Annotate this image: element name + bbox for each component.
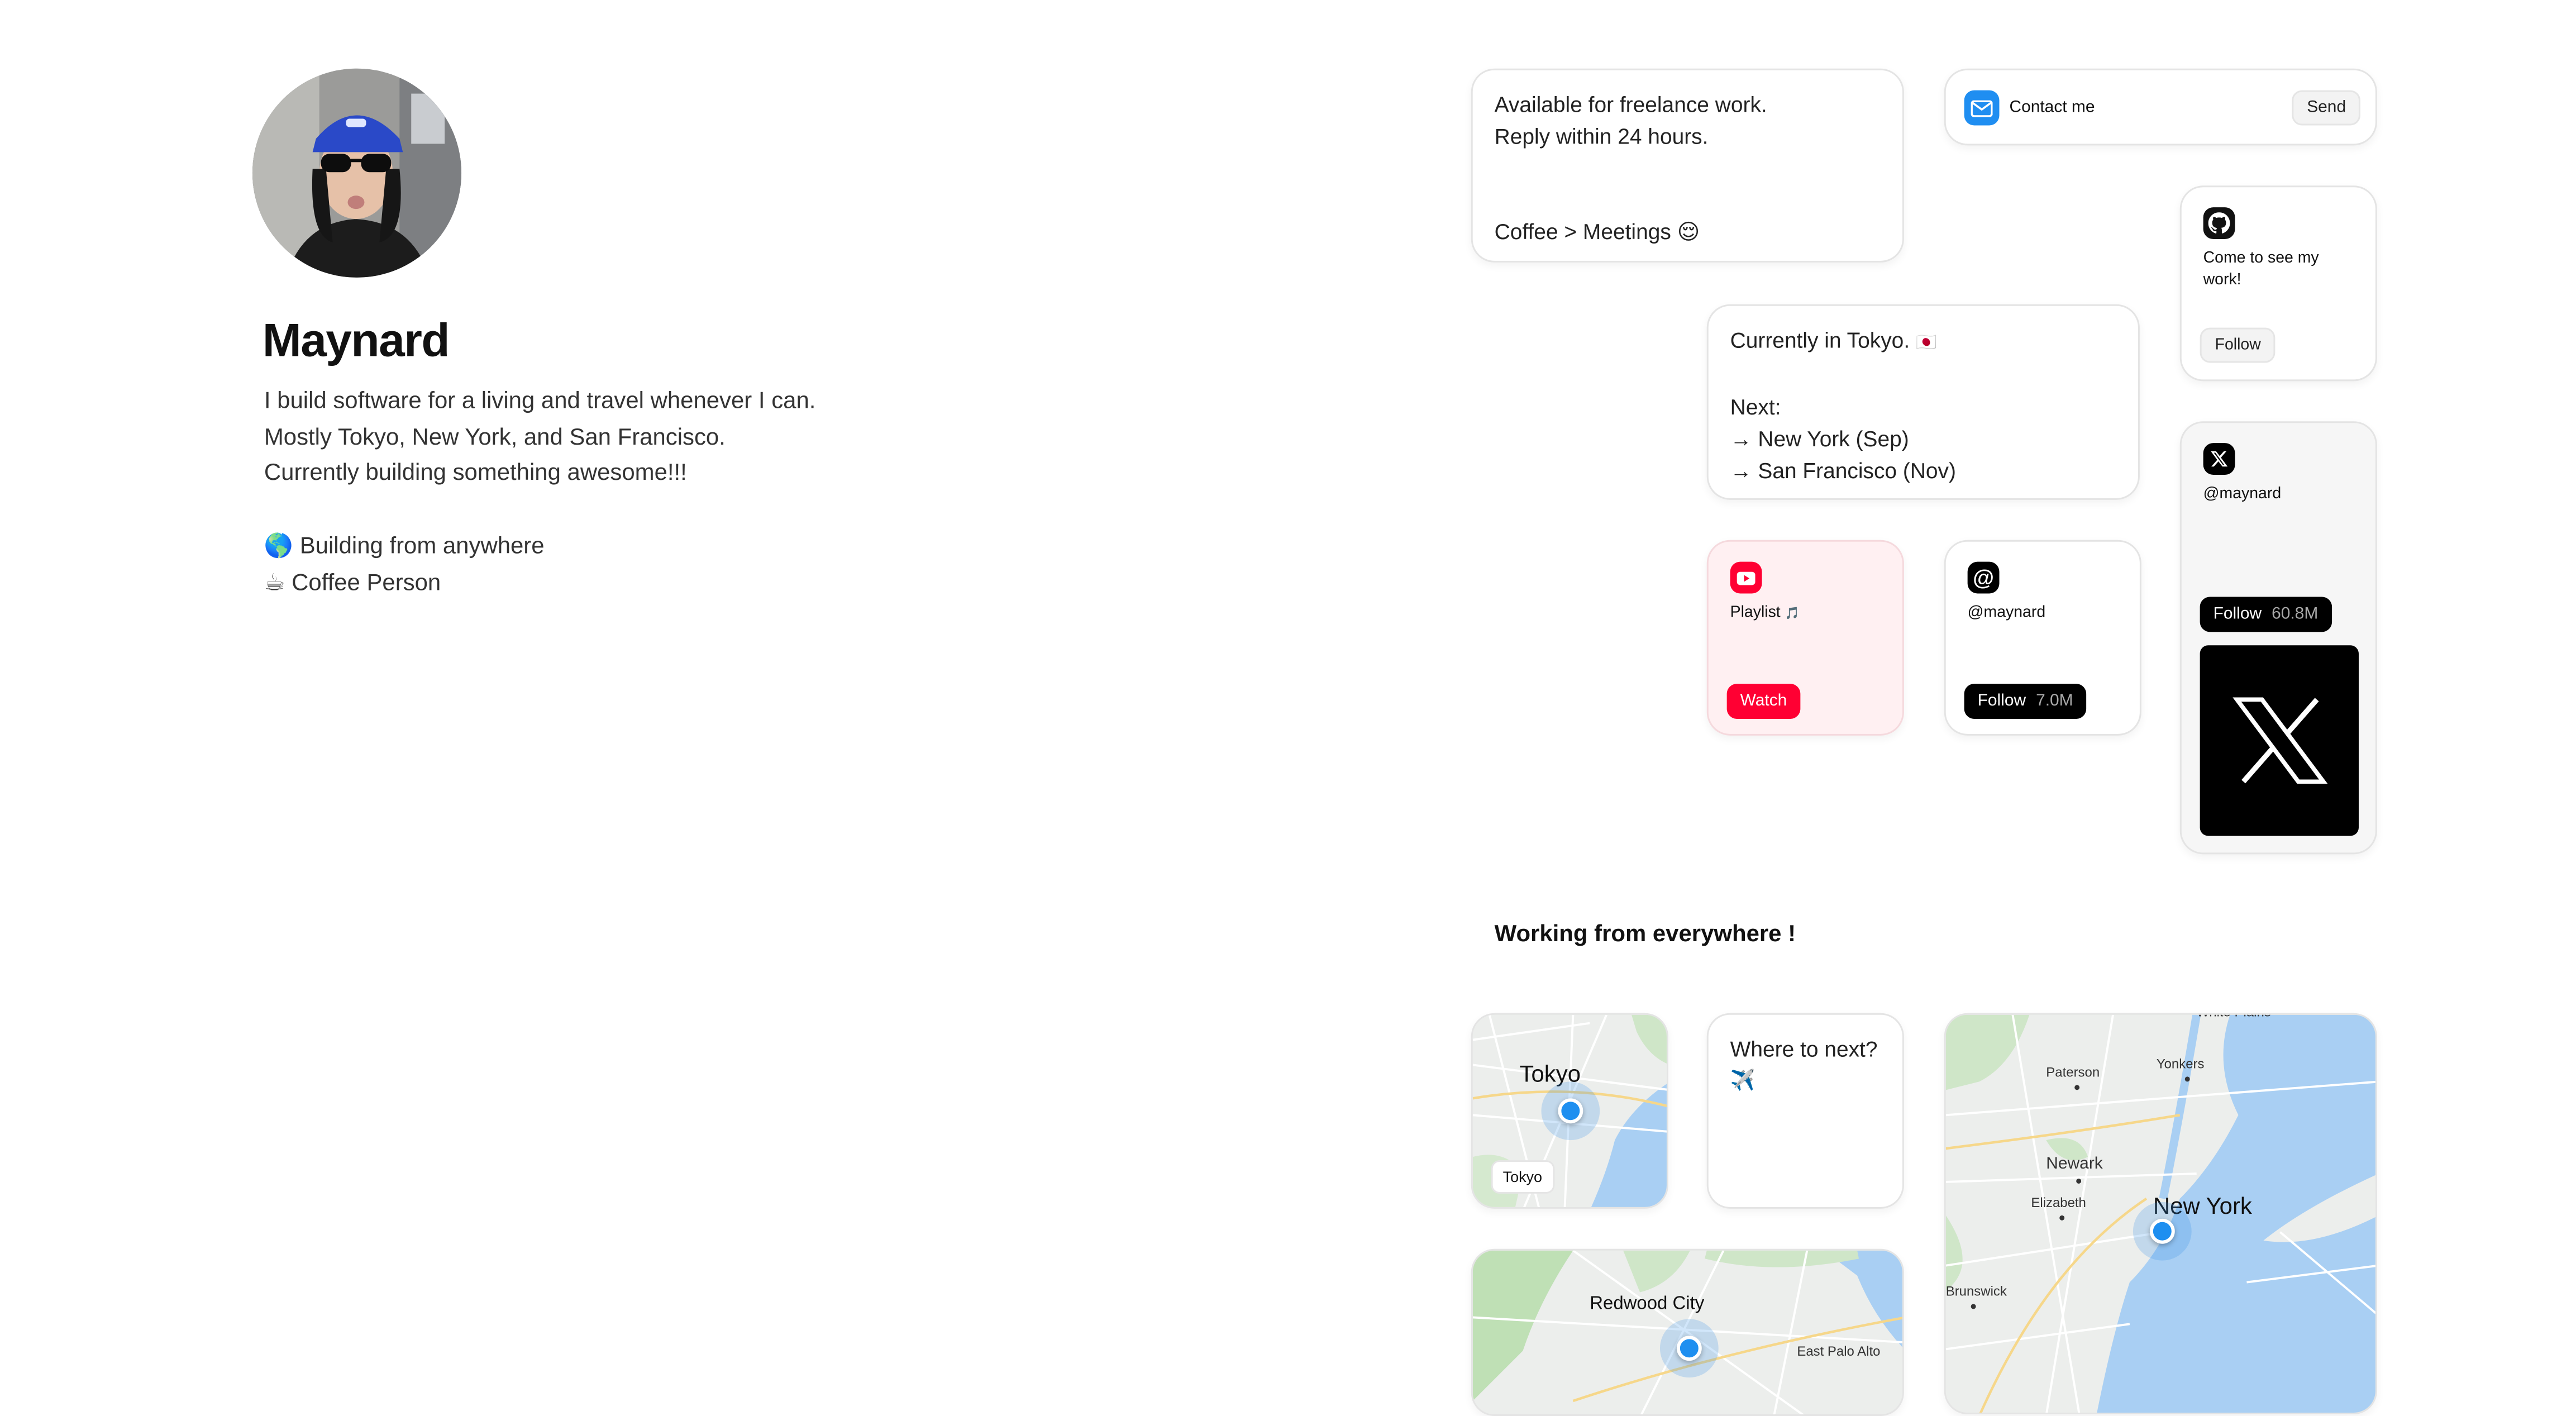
profile-name: Maynard bbox=[262, 314, 450, 366]
github-card[interactable]: Come to see my work! Follow bbox=[2179, 185, 2377, 382]
x-follower-count: 60.8M bbox=[2272, 605, 2319, 624]
newyork-map-card[interactable]: White Plains Paterson Yonkers Newark Eli… bbox=[1944, 1013, 2377, 1414]
next-item: → San Francisco (Nov) bbox=[1730, 458, 1956, 483]
airplane-icon: ✈️ bbox=[1730, 1068, 1756, 1092]
relieved-emoji: 😌 bbox=[1677, 219, 1700, 244]
music-emoji: 🎵 bbox=[1785, 608, 1800, 621]
profile-bio: I build software for a living and travel… bbox=[264, 383, 816, 600]
where-next-text: Where to next? bbox=[1730, 1036, 1878, 1062]
youtube-icon bbox=[1730, 561, 1762, 594]
city-dot bbox=[2059, 1215, 2065, 1220]
bio-line: Currently building something awesome!!! bbox=[264, 459, 687, 486]
trait-item: 🌎 Building from anywhere bbox=[264, 531, 545, 559]
playlist-label: Playlist 🎵 bbox=[1730, 603, 1800, 622]
trait-item: ☕ Coffee Person bbox=[264, 568, 441, 594]
japan-flag: 🇯🇵 bbox=[1916, 334, 1937, 353]
bio-line: Mostly Tokyo, New York, and San Francisc… bbox=[264, 422, 726, 450]
youtube-card[interactable]: Playlist 🎵 Watch bbox=[1706, 540, 1904, 736]
city-dot bbox=[1971, 1304, 1976, 1309]
map-label: Paterson bbox=[2046, 1065, 2100, 1080]
next-label: Next: bbox=[1730, 394, 1781, 420]
contact-label: Contact me bbox=[2009, 98, 2095, 117]
threads-handle: @maynard bbox=[1967, 603, 2046, 622]
mail-icon bbox=[1964, 90, 2000, 126]
tokyo-pin-icon bbox=[1558, 1098, 1583, 1124]
city-dot bbox=[2076, 1178, 2082, 1184]
avatar bbox=[252, 68, 462, 278]
sf-pin-icon bbox=[1676, 1336, 1702, 1361]
avatar-photo bbox=[252, 68, 462, 278]
location-card: Currently in Tokyo. 🇯🇵 Next: → New York … bbox=[1706, 304, 2140, 500]
map-label: East Palo Alto bbox=[1797, 1344, 1881, 1360]
threads-follower-count: 7.0M bbox=[2036, 692, 2073, 711]
map-label: Newark bbox=[2046, 1155, 2103, 1174]
tokyo-chip: Tokyo bbox=[1491, 1160, 1554, 1194]
coffee-icon: ☕ bbox=[264, 568, 285, 594]
section-title: Working from everywhere ! bbox=[1494, 919, 1796, 946]
threads-follow-button[interactable]: Follow 7.0M bbox=[1964, 684, 2087, 719]
github-follow-button[interactable]: Follow bbox=[2200, 327, 2276, 363]
map-label: White Plains bbox=[2197, 1015, 2271, 1020]
next-item: → New York (Sep) bbox=[1730, 426, 1909, 452]
tokyo-map-card[interactable]: Tokyo Tokyo bbox=[1471, 1013, 1668, 1209]
availability-text: Available for freelance work. bbox=[1494, 92, 1767, 117]
reply-text: Reply within 24 hours. bbox=[1494, 123, 1709, 149]
threads-icon: @ bbox=[1967, 561, 2000, 594]
github-icon bbox=[2203, 207, 2235, 239]
x-logo-tile bbox=[2200, 645, 2359, 836]
availability-card: Available for freelance work. Reply with… bbox=[1471, 68, 1904, 263]
globe-icon: 🌎 bbox=[264, 531, 294, 559]
map-label: Brunswick bbox=[1945, 1284, 2007, 1299]
bio-line: I build software for a living and travel… bbox=[264, 386, 816, 413]
x-follow-button[interactable]: Follow 60.8M bbox=[2200, 597, 2332, 632]
x-handle: @maynard bbox=[2203, 484, 2282, 503]
coffee-line: Coffee > Meetings 😌 bbox=[1494, 219, 1700, 244]
x-logo-icon bbox=[2231, 697, 2327, 784]
github-text: Come to see my work! bbox=[2203, 249, 2319, 289]
city-dot bbox=[2184, 1076, 2190, 1082]
threads-card[interactable]: @ @maynard Follow 7.0M bbox=[1944, 540, 2141, 736]
current-location: Currently in Tokyo. 🇯🇵 bbox=[1730, 327, 1937, 353]
map-label: Elizabeth bbox=[2031, 1195, 2086, 1210]
city-dot bbox=[2074, 1085, 2080, 1090]
sf-title: Redwood City bbox=[1590, 1294, 1705, 1314]
map-label: Yonkers bbox=[2156, 1056, 2205, 1072]
newyork-pin-icon bbox=[2149, 1218, 2175, 1244]
watch-button[interactable]: Watch bbox=[1726, 684, 1801, 719]
contact-card[interactable]: Contact me Send bbox=[1944, 68, 2377, 146]
x-card[interactable]: @maynard Follow 60.8M bbox=[2179, 421, 2377, 855]
x-icon bbox=[2203, 443, 2235, 475]
where-next-card: Where to next? ✈️ bbox=[1706, 1013, 1904, 1209]
send-button[interactable]: Send bbox=[2292, 90, 2362, 126]
sf-map-card[interactable]: Redwood City East Palo Alto bbox=[1471, 1248, 1904, 1416]
